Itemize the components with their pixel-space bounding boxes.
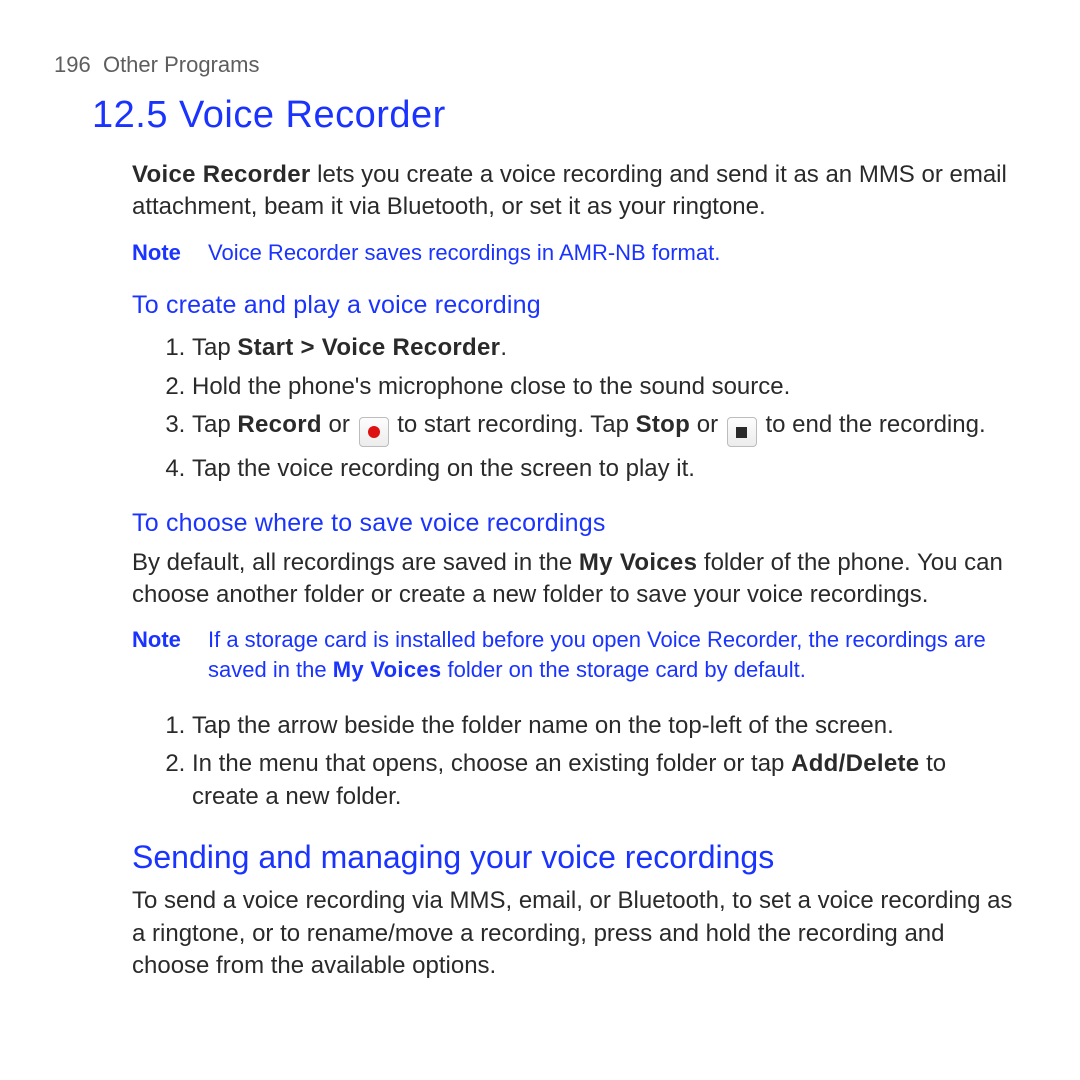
folder-name: My Voices <box>579 549 697 576</box>
body: Voice Recorder lets you create a voice r… <box>132 159 1016 982</box>
text: . <box>500 334 507 361</box>
save-location-paragraph: By default, all recordings are saved in … <box>132 547 1016 612</box>
text: to start recording. Tap <box>391 411 636 438</box>
text: or <box>322 411 357 438</box>
text: Tap <box>192 334 237 361</box>
subhead-save-location: To choose where to save voice recordings <box>132 507 1016 541</box>
running-header: 196 Other Programs <box>54 50 1026 80</box>
step-3: Tap Record or to start recording. Tap St… <box>192 406 1016 451</box>
subhead-create-play: To create and play a voice recording <box>132 289 1016 323</box>
steps-create-play: Tap Start > Voice Recorder. Hold the pho… <box>132 329 1016 489</box>
steps-save-location: Tap the arrow beside the folder name on … <box>132 707 1016 816</box>
record-icon <box>359 417 389 447</box>
note-text: Voice Recorder saves recordings in AMR-N… <box>208 238 1016 268</box>
page: 196 Other Programs 12.5 Voice Recorder V… <box>0 0 1080 982</box>
step-4: Tap the voice recording on the screen to… <box>192 450 1016 488</box>
stop-icon <box>727 417 757 447</box>
folder-name: My Voices <box>333 657 442 682</box>
step-2: In the menu that opens, choose an existi… <box>192 745 1016 816</box>
chapter-name: Other Programs <box>103 52 260 77</box>
ui-label-record: Record <box>237 411 322 438</box>
ui-label-stop: Stop <box>636 411 691 438</box>
note-text: If a storage card is installed before yo… <box>208 625 1016 684</box>
step-1: Tap the arrow beside the folder name on … <box>192 707 1016 745</box>
text: folder on the storage card by default. <box>441 657 805 682</box>
sending-paragraph: To send a voice recording via MMS, email… <box>132 885 1016 982</box>
note-amr: Note Voice Recorder saves recordings in … <box>132 238 1016 268</box>
text: or <box>690 411 725 438</box>
section-title: 12.5 Voice Recorder <box>92 90 1026 141</box>
text: By default, all recordings are saved in … <box>132 549 579 576</box>
text: In the menu that opens, choose an existi… <box>192 750 791 777</box>
step-2: Hold the phone's microphone close to the… <box>192 368 1016 406</box>
text: Tap <box>192 411 237 438</box>
note-storage-card: Note If a storage card is installed befo… <box>132 625 1016 684</box>
intro-lead: Voice Recorder <box>132 161 311 188</box>
note-label: Note <box>132 625 208 684</box>
intro-paragraph: Voice Recorder lets you create a voice r… <box>132 159 1016 224</box>
step-1: Tap Start > Voice Recorder. <box>192 329 1016 367</box>
note-label: Note <box>132 238 208 268</box>
ui-path: Start > Voice Recorder <box>237 334 500 361</box>
subsection-title: Sending and managing your voice recordin… <box>132 836 1016 879</box>
text: to end the recording. <box>759 411 986 438</box>
page-number: 196 <box>54 52 91 77</box>
ui-label-add-delete: Add/Delete <box>791 750 919 777</box>
